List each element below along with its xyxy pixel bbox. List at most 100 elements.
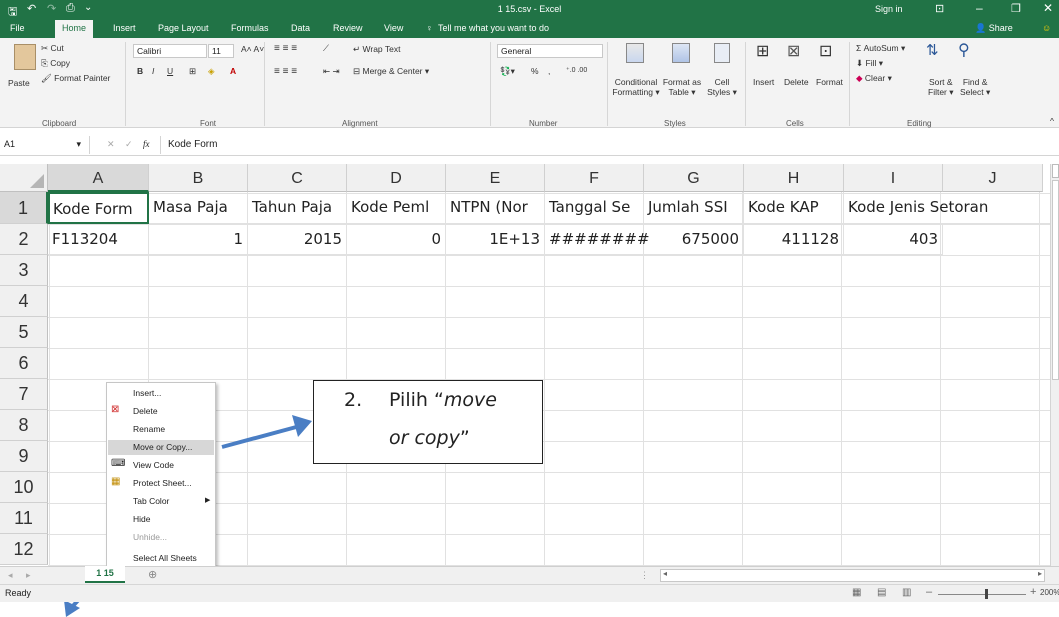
row-header-5[interactable]: 5: [0, 317, 48, 348]
cell-e1[interactable]: NTPN (Nor: [446, 192, 545, 224]
cell-styles-icon[interactable]: [714, 43, 730, 63]
copy-button[interactable]: ⎘ Copy: [41, 58, 70, 69]
row-header-12[interactable]: 12: [0, 534, 48, 565]
insert-function-button[interactable]: fx: [143, 139, 150, 149]
number-format-select[interactable]: General: [497, 44, 603, 58]
col-header-e[interactable]: E: [446, 164, 545, 192]
tab-file[interactable]: File: [10, 23, 25, 33]
comma-button[interactable]: ,: [548, 66, 550, 76]
find-select-button[interactable]: Find & Select ▾: [960, 77, 990, 98]
cell-i1[interactable]: Kode Jenis Setoran: [844, 192, 1059, 224]
page-break-view-icon[interactable]: ▥: [902, 587, 911, 598]
menu-item-insert[interactable]: Insert...: [133, 388, 161, 398]
vertical-scrollbar[interactable]: [1050, 164, 1059, 566]
horizontal-scrollbar[interactable]: ◂ ▸: [660, 569, 1045, 582]
cut-button[interactable]: ✂ Cut: [41, 43, 64, 54]
sort-filter-icon[interactable]: ⇅: [926, 41, 939, 59]
cell-a2[interactable]: F113204: [48, 224, 149, 255]
find-select-icon[interactable]: ⚲: [958, 40, 970, 60]
align-top-icons[interactable]: ≡ ≡ ≡: [274, 43, 297, 54]
font-name-select[interactable]: Calibri: [133, 44, 207, 58]
tab-home[interactable]: Home: [55, 20, 94, 38]
row-header-2[interactable]: 2: [0, 224, 48, 255]
delete-cells-button[interactable]: Delete: [784, 77, 809, 87]
percent-button[interactable]: %: [531, 66, 539, 76]
italic-button[interactable]: I: [152, 66, 154, 76]
format-as-table-icon[interactable]: [672, 43, 690, 63]
menu-item-tab-color[interactable]: Tab Color: [133, 496, 169, 506]
new-sheet-icon[interactable]: ⊕: [148, 568, 157, 581]
merge-center-button[interactable]: ⊟ Merge & Center ▾: [353, 66, 429, 77]
scrollbar-thumb[interactable]: [1052, 180, 1059, 380]
share-button[interactable]: 👤 Share: [975, 23, 1013, 34]
page-layout-view-icon[interactable]: ▤: [877, 587, 886, 598]
tab-review[interactable]: Review: [333, 23, 363, 33]
fill-button[interactable]: ⬇ Fill ▾: [856, 58, 883, 69]
name-box[interactable]: A1 ▾: [0, 136, 90, 154]
col-header-g[interactable]: G: [644, 164, 744, 192]
cell-c2[interactable]: 2015: [248, 224, 347, 255]
tab-formulas[interactable]: Formulas: [231, 23, 269, 33]
scroll-up-icon[interactable]: [1052, 164, 1059, 178]
cell-g1[interactable]: Jumlah SSI: [644, 192, 744, 224]
menu-item-rename[interactable]: Rename: [133, 424, 165, 434]
insert-cells-button[interactable]: Insert: [753, 77, 774, 87]
menu-item-move-or-copy[interactable]: Move or Copy...: [108, 440, 214, 455]
font-size-select[interactable]: 11: [208, 44, 234, 58]
tab-data[interactable]: Data: [291, 23, 310, 33]
zoom-out-icon[interactable]: –: [926, 586, 932, 598]
tab-insert[interactable]: Insert: [113, 23, 136, 33]
ribbon-display-icon[interactable]: ⊡: [935, 2, 944, 15]
borders-icon[interactable]: ⊞: [189, 66, 196, 77]
cell-b1[interactable]: Masa Paja: [149, 192, 248, 224]
col-header-j[interactable]: J: [943, 164, 1043, 192]
cell-i2[interactable]: 403: [844, 224, 943, 255]
collapse-ribbon-icon[interactable]: ^: [1050, 116, 1054, 126]
cell-e2[interactable]: 1E+13: [446, 224, 545, 255]
col-header-c[interactable]: C: [248, 164, 347, 192]
cell-f2[interactable]: ########: [545, 224, 650, 255]
row-header-6[interactable]: 6: [0, 348, 48, 379]
restore-icon[interactable]: ❐: [1011, 2, 1021, 15]
indent-icons[interactable]: ⇤ ⇥: [323, 66, 340, 77]
orientation-icon[interactable]: ⟋: [323, 43, 329, 54]
format-cells-icon[interactable]: ⊡: [819, 41, 832, 61]
select-all-corner[interactable]: [0, 164, 48, 192]
underline-button[interactable]: U: [167, 66, 173, 76]
cell-c1[interactable]: Tahun Paja: [248, 192, 347, 224]
cell-g2[interactable]: 675000: [644, 224, 744, 255]
cancel-formula-icon[interactable]: ✕: [107, 139, 115, 150]
format-cells-button[interactable]: Format: [816, 77, 843, 87]
tab-page-layout[interactable]: Page Layout: [158, 23, 209, 33]
insert-cells-icon[interactable]: ⊞: [756, 41, 769, 61]
zoom-slider-thumb[interactable]: [985, 589, 988, 599]
row-header-11[interactable]: 11: [0, 503, 48, 534]
grow-font-icon[interactable]: A˄ A˅: [241, 44, 264, 54]
wrap-text-button[interactable]: ↵ Wrap Text: [353, 44, 400, 55]
autosum-button[interactable]: Σ AutoSum ▾: [856, 43, 905, 54]
cell-d2[interactable]: 0: [347, 224, 446, 255]
row-header-7[interactable]: 7: [0, 379, 48, 410]
smiley-icon[interactable]: ☺: [1042, 23, 1051, 33]
bold-button[interactable]: B: [137, 66, 143, 76]
col-header-a[interactable]: A: [48, 164, 149, 192]
cell-h2[interactable]: 411128: [744, 224, 844, 255]
col-header-i[interactable]: I: [844, 164, 943, 192]
format-as-table-button[interactable]: Format as Table ▾: [661, 77, 703, 98]
font-color-icon[interactable]: A: [230, 66, 236, 76]
name-box-dropdown-icon[interactable]: ▾: [76, 139, 81, 150]
col-header-d[interactable]: D: [347, 164, 446, 192]
row-header-9[interactable]: 9: [0, 441, 48, 472]
cell-styles-button[interactable]: Cell Styles ▾: [705, 77, 739, 98]
decimal-icons[interactable]: ⁺.0 .00: [566, 66, 587, 74]
accounting-icon[interactable]: 💱▾: [500, 66, 515, 77]
normal-view-icon[interactable]: ▦: [852, 587, 861, 598]
clear-button[interactable]: ◆ Clear ▾: [856, 73, 892, 84]
row-header-10[interactable]: 10: [0, 472, 48, 503]
zoom-in-icon[interactable]: +: [1030, 586, 1036, 598]
conditional-formatting-button[interactable]: Conditional Formatting ▾: [611, 77, 661, 98]
row-header-1[interactable]: 1: [0, 192, 48, 224]
enter-formula-icon[interactable]: ✓: [125, 139, 133, 150]
prev-sheet-icon[interactable]: ◂: [8, 570, 13, 581]
zoom-level[interactable]: 200%: [1040, 588, 1059, 597]
